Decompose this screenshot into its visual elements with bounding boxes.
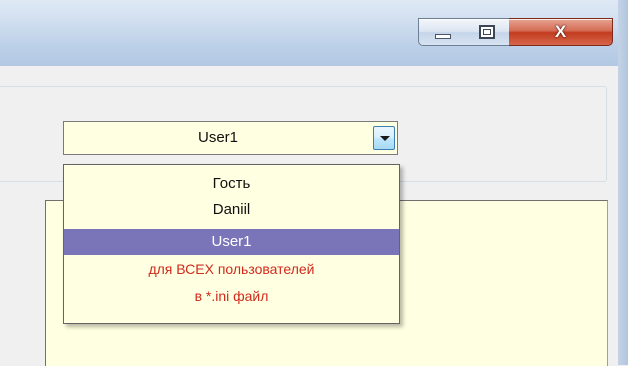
chevron-down-icon[interactable] bbox=[373, 126, 395, 150]
close-icon: X bbox=[554, 22, 567, 41]
dropdown-item-daniil[interactable]: Daniil bbox=[64, 197, 399, 223]
user-combobox-value: User1 bbox=[197, 129, 238, 146]
user-dropdown-list: Гость Daniil User1 для ВСЕХ пользователе… bbox=[63, 164, 400, 324]
maximize-button[interactable] bbox=[465, 18, 510, 46]
user-combobox[interactable]: User1 bbox=[63, 121, 398, 155]
title-bar[interactable]: X bbox=[0, 0, 628, 66]
dropdown-item-user1[interactable]: User1 bbox=[64, 229, 399, 255]
maximize-icon bbox=[479, 25, 495, 39]
close-button[interactable]: X bbox=[509, 18, 613, 46]
dropdown-item-all-users[interactable]: для ВСЕХ пользователей bbox=[64, 256, 399, 282]
minimize-icon bbox=[435, 34, 451, 39]
dropdown-item-guest[interactable]: Гость bbox=[64, 171, 399, 197]
minimize-button[interactable] bbox=[418, 18, 467, 46]
window-frame-edge bbox=[618, 0, 628, 365]
dropdown-item-ini-file[interactable]: в *.ini файл bbox=[64, 283, 399, 309]
